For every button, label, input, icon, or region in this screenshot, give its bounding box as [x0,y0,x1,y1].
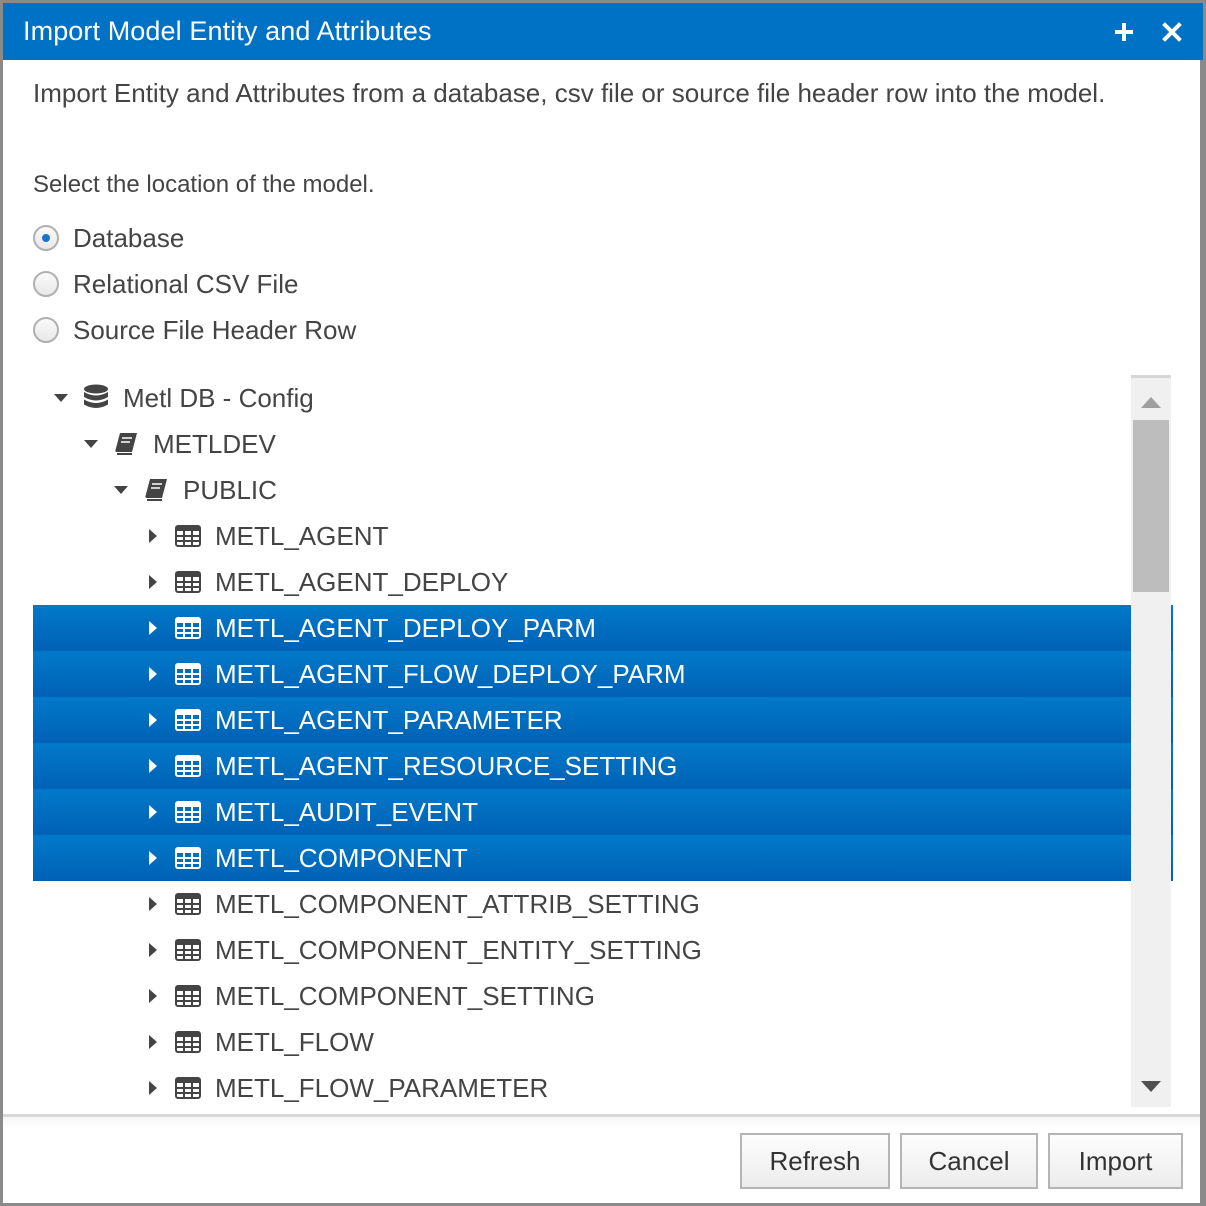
tree-node-label: PUBLIC [183,474,277,505]
tree-scrollbar[interactable] [1131,375,1171,1107]
caret-down-icon[interactable] [113,482,129,498]
tree-node-table[interactable]: METL_AGENT_PARAMETER [33,697,1173,743]
tree-node-table[interactable]: METL_COMPONENT_SETTING [33,973,1173,1019]
table-icon [175,983,201,1009]
tree-node-label: METL_COMPONENT [215,842,468,873]
table-icon [175,891,201,917]
maximize-button[interactable] [1109,17,1139,47]
table-icon [175,1075,201,1101]
tree-node-table[interactable]: METL_AGENT [33,513,1173,559]
radio-relational-csv-file[interactable]: Relational CSV File [33,266,298,302]
table-icon [175,799,201,825]
arrow-up-icon [1141,397,1161,408]
import-button[interactable]: Import [1048,1133,1183,1189]
tree-node-label: METL_COMPONENT_ENTITY_SETTING [215,934,702,965]
radio-label: Database [73,222,185,253]
tree-node-label: METLDEV [153,428,276,459]
tree-node-table[interactable]: METL_AGENT_DEPLOY_PARM [33,605,1173,651]
caret-right-icon[interactable] [145,896,161,912]
dialog-footer: Refresh Cancel Import [3,1114,1200,1203]
tree-node-table[interactable]: METL_COMPONENT [33,835,1173,881]
tree-node-catalog[interactable]: METLDEV [33,421,1173,467]
caret-right-icon[interactable] [145,804,161,820]
tree-node-table[interactable]: METL_AGENT_DEPLOY [33,559,1173,605]
refresh-button[interactable]: Refresh [740,1133,890,1189]
caret-right-icon[interactable] [145,712,161,728]
radio-label: Relational CSV File [73,268,299,299]
tree-node-label: METL_AGENT_RESOURCE_SETTING [215,750,678,781]
caret-right-icon[interactable] [145,758,161,774]
radio-button[interactable] [33,317,59,343]
tree-node-label: METL_AGENT_PARAMETER [215,704,563,735]
table-icon [175,523,201,549]
tree-node-label: METL_AGENT_DEPLOY [215,566,509,597]
close-icon [1162,22,1182,42]
dialog-title: Import Model Entity and Attributes [23,16,432,46]
tree-node-table[interactable]: METL_COMPONENT_ENTITY_SETTING [33,927,1173,973]
scroll-up-button[interactable] [1131,382,1171,422]
dialog-titlebar[interactable]: Import Model Entity and Attributes [3,3,1203,60]
radio-label: Source File Header Row [73,314,357,345]
caret-down-icon[interactable] [83,436,99,452]
schema-tree[interactable]: Metl DB - Config METLDEV PUBLIC METL_AGE… [33,375,1173,1105]
radio-database[interactable]: Database [33,220,184,256]
table-icon [175,845,201,871]
caret-down-icon[interactable] [53,390,69,406]
table-icon [175,569,201,595]
import-model-dialog: Import Model Entity and Attributes Impor… [3,3,1203,1203]
tree-node-label: METL_AGENT_FLOW_DEPLOY_PARM [215,658,686,689]
cancel-button[interactable]: Cancel [900,1133,1038,1189]
tree-node-label: METL_COMPONENT_ATTRIB_SETTING [215,888,700,919]
tree-node-label: METL_AGENT_DEPLOY_PARM [215,612,596,643]
book-icon [143,477,169,503]
close-button[interactable] [1157,17,1187,47]
tree-node-table[interactable]: METL_FLOW_PARAMETER [33,1065,1173,1105]
radio-source-file-header-row[interactable]: Source File Header Row [33,312,356,348]
tree-node-table[interactable]: METL_AGENT_FLOW_DEPLOY_PARM [33,651,1173,697]
tree-node-label: METL_FLOW [215,1026,374,1057]
dialog-description: Import Entity and Attributes from a data… [33,78,1106,108]
caret-right-icon[interactable] [145,1034,161,1050]
tree-node-schema[interactable]: PUBLIC [33,467,1173,513]
table-icon [175,615,201,641]
tree-node-table[interactable]: METL_AUDIT_EVENT [33,789,1173,835]
caret-right-icon[interactable] [145,850,161,866]
caret-right-icon[interactable] [145,666,161,682]
caret-right-icon[interactable] [145,528,161,544]
tree-node-table[interactable]: METL_AGENT_RESOURCE_SETTING [33,743,1173,789]
tree-node-label: METL_AGENT [215,520,389,551]
arrow-down-icon [1141,1081,1161,1092]
radio-button[interactable] [33,271,59,297]
caret-right-icon[interactable] [145,574,161,590]
tree-node-label: Metl DB - Config [123,382,314,413]
table-icon [175,661,201,687]
table-icon [175,937,201,963]
tree-node-label: METL_FLOW_PARAMETER [215,1072,549,1103]
table-icon [175,1029,201,1055]
book-icon [113,431,139,457]
tree-node-label: METL_COMPONENT_SETTING [215,980,595,1011]
tree-node-database[interactable]: Metl DB - Config [33,375,1151,421]
tree-node-table[interactable]: METL_FLOW [33,1019,1173,1065]
caret-right-icon[interactable] [145,942,161,958]
tree-node-label: METL_AUDIT_EVENT [215,796,478,827]
scroll-down-button[interactable] [1131,1067,1171,1107]
tree-node-table[interactable]: METL_COMPONENT_ATTRIB_SETTING [33,881,1173,927]
database-icon [83,384,109,411]
radio-button[interactable] [33,225,59,251]
table-icon [175,753,201,779]
caret-right-icon[interactable] [145,620,161,636]
caret-right-icon[interactable] [145,1080,161,1096]
caret-right-icon[interactable] [145,988,161,1004]
table-icon [175,707,201,733]
location-prompt: Select the location of the model. [33,171,375,198]
scroll-thumb[interactable] [1133,420,1169,592]
plus-icon [1115,23,1133,41]
